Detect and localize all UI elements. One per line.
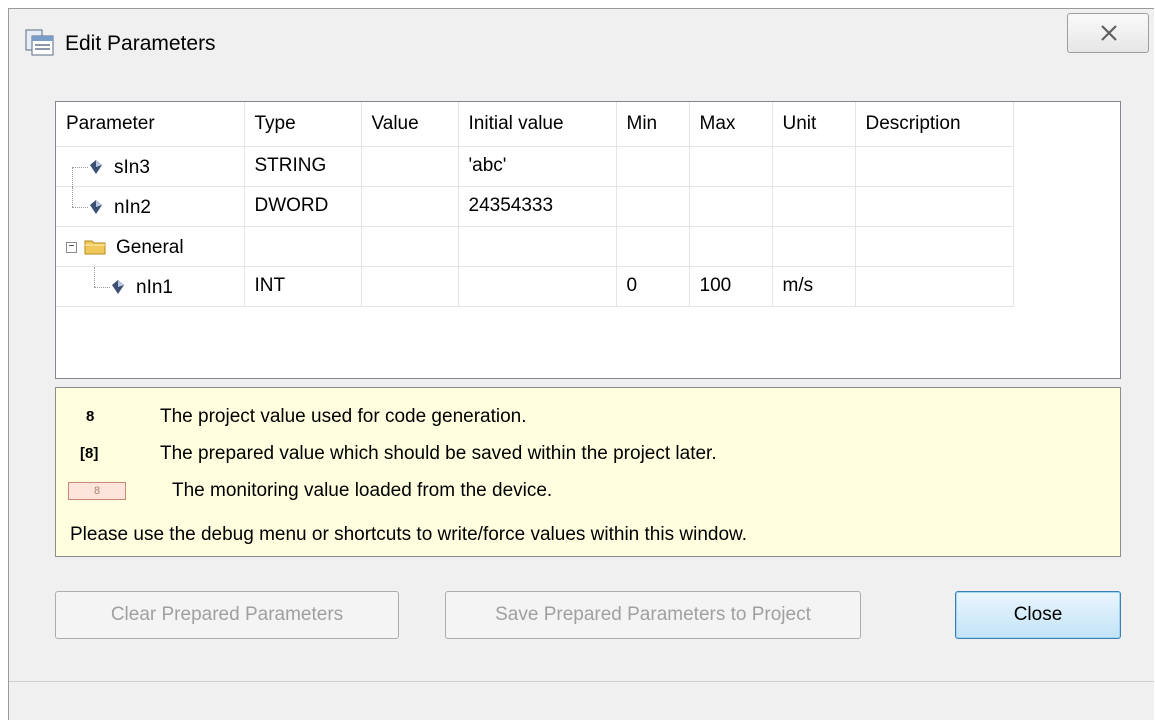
clear-prepared-parameters-button[interactable]: Clear Prepared Parameters — [55, 591, 399, 639]
value-cell[interactable] — [361, 146, 459, 187]
type-cell: INT — [244, 266, 362, 307]
project-value-symbol: 8 — [86, 408, 95, 425]
column-header-unit[interactable]: Unit — [772, 102, 856, 147]
edit-parameters-dialog: Edit Parameters Parameter Type Value Ini… — [8, 8, 1154, 720]
project-value-text: The project value used for code generati… — [160, 406, 527, 427]
table-row[interactable]: nIn2 DWORD 24354333 — [56, 186, 1014, 227]
type-cell: DWORD — [244, 186, 362, 227]
min-cell — [616, 146, 690, 187]
window-title: Edit Parameters — [65, 32, 216, 55]
parameter-name-cell: nIn2 — [56, 186, 245, 227]
folder-icon — [84, 240, 106, 254]
column-header-type[interactable]: Type — [244, 102, 362, 147]
unit-cell — [772, 226, 856, 267]
description-cell — [855, 186, 1014, 227]
unit-cell — [772, 146, 856, 187]
type-cell — [244, 226, 362, 267]
description-cell — [855, 146, 1014, 187]
monitoring-value-text: The monitoring value loaded from the dev… — [172, 480, 553, 501]
max-cell — [689, 226, 773, 267]
prepared-value-text: The prepared value which should be saved… — [160, 443, 717, 464]
parameter-table: Parameter Type Value Initial value Min M… — [56, 102, 1014, 307]
column-header-max[interactable]: Max — [689, 102, 773, 147]
title-bar: Edit Parameters — [9, 9, 1154, 73]
value-cell[interactable] — [361, 226, 459, 267]
table-header-row: Parameter Type Value Initial value Min M… — [56, 102, 1014, 147]
type-cell: STRING — [244, 146, 362, 187]
description-cell — [855, 226, 1014, 267]
close-icon — [1101, 25, 1117, 41]
parameter-name-cell: − General — [56, 226, 245, 267]
column-header-min[interactable]: Min — [616, 102, 690, 147]
min-cell — [616, 186, 690, 227]
value-cell[interactable] — [361, 186, 459, 227]
window-close-button[interactable] — [1067, 13, 1149, 53]
save-prepared-parameters-button[interactable]: Save Prepared Parameters to Project — [445, 591, 861, 639]
initial-value-cell: 'abc' — [458, 146, 617, 187]
monitoring-value-symbol: 8 — [68, 482, 126, 500]
column-header-value[interactable]: Value — [361, 102, 459, 147]
value-cell[interactable] — [361, 266, 459, 307]
parameter-name-cell: nIn1 — [56, 266, 245, 307]
unit-cell — [772, 186, 856, 227]
initial-value-cell: 24354333 — [458, 186, 617, 227]
variable-icon — [90, 159, 102, 174]
unit-cell: m/s — [772, 266, 856, 307]
initial-value-cell — [458, 226, 617, 267]
max-cell — [689, 146, 773, 187]
table-row[interactable]: − General — [56, 226, 1014, 267]
max-cell: 100 — [689, 266, 773, 307]
prepared-value-symbol: [8] — [80, 445, 99, 462]
min-cell — [616, 226, 690, 267]
table-row[interactable]: sIn3 STRING 'abc' — [56, 146, 1014, 187]
collapse-toggle-icon[interactable]: − — [66, 241, 77, 253]
column-header-parameter[interactable]: Parameter — [56, 102, 245, 147]
debug-hint-text: Please use the debug menu or shortcuts t… — [70, 524, 747, 545]
parameter-name-cell: sIn3 — [56, 146, 245, 187]
legend-panel: 8 The project value used for code genera… — [55, 387, 1121, 557]
initial-value-cell — [458, 266, 617, 307]
description-cell — [855, 266, 1014, 307]
parameter-window-icon — [25, 29, 54, 56]
close-button[interactable]: Close — [955, 591, 1121, 639]
variable-icon — [90, 199, 102, 214]
column-header-description[interactable]: Description — [855, 102, 1014, 147]
column-header-initial-value[interactable]: Initial value — [458, 102, 617, 147]
variable-icon — [112, 279, 124, 294]
parameter-table-panel: Parameter Type Value Initial value Min M… — [55, 101, 1121, 379]
table-row[interactable]: nIn1 INT 0 100 m/s — [56, 266, 1014, 307]
max-cell — [689, 186, 773, 227]
status-bar — [9, 681, 1154, 720]
min-cell: 0 — [616, 266, 690, 307]
